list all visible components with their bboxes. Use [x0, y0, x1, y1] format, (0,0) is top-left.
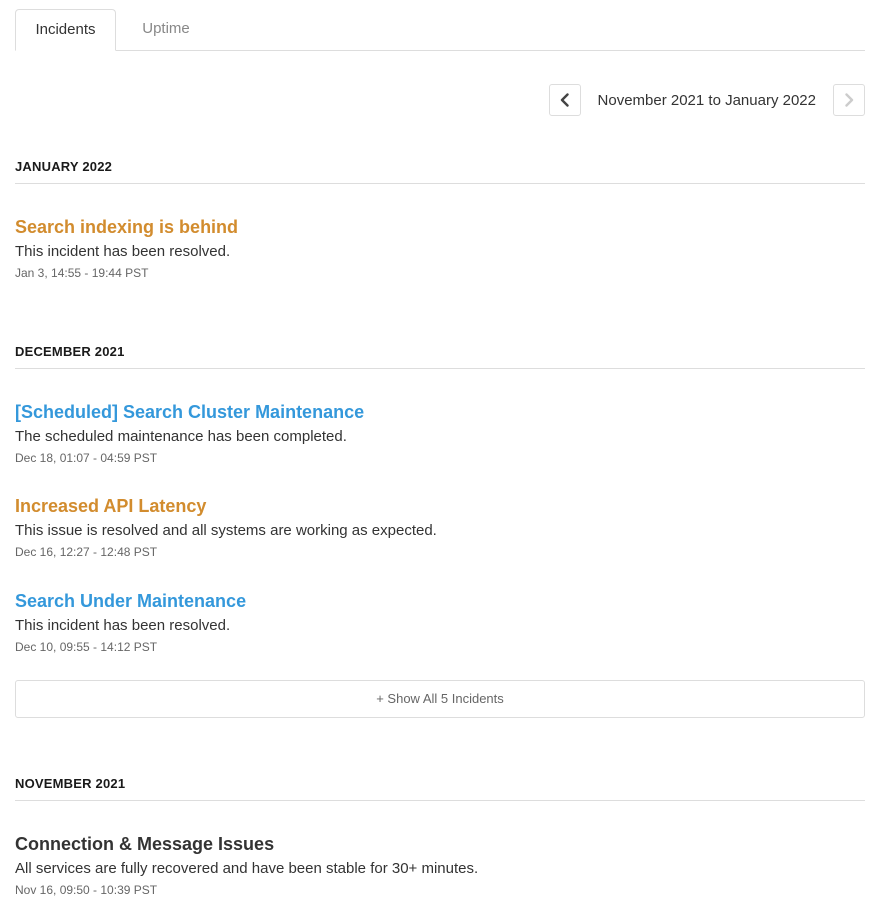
- incident-time: Dec 10, 09:55 - 14:12 PST: [15, 640, 158, 654]
- incident-message: This incident has been resolved.: [15, 243, 231, 260]
- month-january-2022: JANUARY 2022 Search indexing is behind T…: [15, 159, 865, 280]
- chevron-left-icon: [560, 93, 569, 107]
- incident-history: Incidents Uptime November 2021 to Januar…: [15, 9, 865, 897]
- month-title: DECEMBER 2021: [15, 344, 865, 369]
- tab-incidents[interactable]: Incidents: [15, 9, 116, 51]
- month-title: NOVEMBER 2021: [15, 776, 865, 801]
- incident-title-link[interactable]: Search Under Maintenance: [15, 590, 246, 612]
- incident-item: Search Under Maintenance This incident h…: [15, 590, 246, 655]
- incident-time: Dec 18, 01:07 - 04:59 PST: [15, 451, 158, 465]
- incident-title-link[interactable]: [Scheduled] Search Cluster Maintenance: [15, 401, 364, 423]
- incident-time: Nov 16, 09:50 - 10:39 PST: [15, 883, 158, 897]
- next-page-button[interactable]: [833, 84, 865, 116]
- incident-message: This incident has been resolved.: [15, 617, 231, 634]
- incident-message: This issue is resolved and all systems a…: [15, 522, 437, 539]
- incident-message: The scheduled maintenance has been compl…: [15, 428, 347, 445]
- previous-page-button[interactable]: [548, 84, 581, 116]
- date-range-pager: November 2021 to January 2022: [548, 83, 865, 117]
- incident-item: Connection & Message Issues All services…: [15, 833, 478, 898]
- incident-message: All services are fully recovered and hav…: [15, 860, 479, 877]
- incident-item: Increased API Latency This issue is reso…: [15, 495, 437, 560]
- incident-title-link[interactable]: Search indexing is behind: [15, 216, 238, 238]
- incident-title-link[interactable]: Increased API Latency: [15, 495, 206, 517]
- incident-time: Dec 16, 12:27 - 12:48 PST: [15, 545, 158, 559]
- date-range-label: November 2021 to January 2022: [597, 91, 816, 109]
- month-title: JANUARY 2022: [15, 159, 865, 184]
- show-all-incidents-button[interactable]: + Show All 5 Incidents: [15, 680, 865, 718]
- tab-bar: Incidents Uptime: [15, 9, 865, 51]
- month-december-2021: DECEMBER 2021 [Scheduled] Search Cluster…: [15, 344, 865, 718]
- incident-time: Jan 3, 14:55 - 19:44 PST: [15, 266, 149, 280]
- incident-title-link[interactable]: Connection & Message Issues: [15, 833, 274, 855]
- tab-uptime[interactable]: Uptime: [116, 9, 216, 50]
- chevron-right-icon: [845, 93, 854, 107]
- incident-item: [Scheduled] Search Cluster Maintenance T…: [15, 401, 364, 466]
- incident-item: Search indexing is behind This incident …: [15, 216, 238, 281]
- month-november-2021: NOVEMBER 2021 Connection & Message Issue…: [15, 776, 865, 897]
